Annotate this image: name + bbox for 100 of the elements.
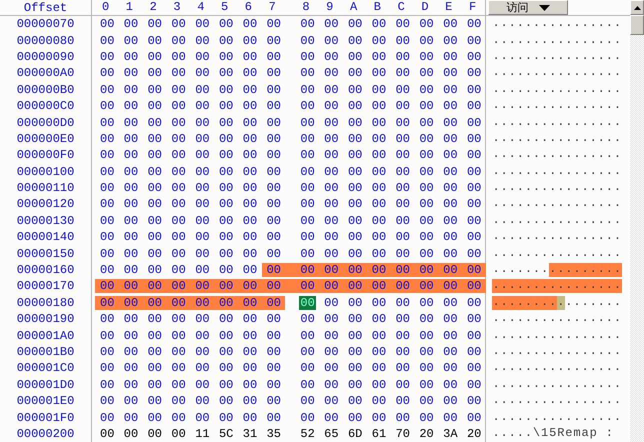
byte-value[interactable]: 00 bbox=[194, 50, 211, 64]
byte-value[interactable]: 00 bbox=[122, 410, 140, 425]
byte-value[interactable]: 00 bbox=[442, 361, 459, 376]
byte-value[interactable]: 00 bbox=[146, 263, 163, 278]
byte-value[interactable]: 00 bbox=[194, 378, 211, 392]
byte-value[interactable]: 00 bbox=[218, 394, 234, 408]
byte-value[interactable]: 00 bbox=[370, 296, 388, 310]
byte-value[interactable]: 00 bbox=[394, 296, 411, 310]
byte-value[interactable]: 00 bbox=[442, 164, 459, 179]
byte-value[interactable]: 00 bbox=[299, 17, 316, 32]
byte-value[interactable]: 00 bbox=[170, 263, 187, 278]
byte-value[interactable]: 00 bbox=[418, 378, 435, 392]
byte-value[interactable]: 00 bbox=[418, 312, 435, 326]
byte-value[interactable]: 00 bbox=[370, 116, 388, 130]
byte-value[interactable]: 00 bbox=[194, 148, 211, 162]
byte-value[interactable]: 00 bbox=[194, 116, 211, 130]
byte-value[interactable]: 00 bbox=[266, 410, 282, 425]
byte-value[interactable]: 00 bbox=[122, 66, 140, 80]
byte-value[interactable]: 00 bbox=[418, 214, 435, 228]
byte-value[interactable]: 00 bbox=[218, 34, 234, 48]
byte-value[interactable]: 00 bbox=[323, 181, 340, 196]
byte-value[interactable]: 00 bbox=[299, 378, 316, 392]
byte-value[interactable]: 00 bbox=[442, 116, 459, 130]
byte-value[interactable]: 00 bbox=[323, 50, 340, 64]
byte-value[interactable]: 00 bbox=[466, 132, 482, 146]
byte-value[interactable]: 00 bbox=[99, 99, 116, 114]
byte-value[interactable]: 00 bbox=[218, 17, 234, 32]
byte-value[interactable]: 00 bbox=[442, 246, 459, 261]
byte-value[interactable]: 00 bbox=[299, 66, 316, 80]
byte-value[interactable]: 00 bbox=[266, 116, 282, 130]
byte-value[interactable]: 00 bbox=[346, 34, 364, 48]
byte-value[interactable]: 00 bbox=[370, 17, 388, 32]
byte-value[interactable]: 11 bbox=[194, 426, 211, 441]
byte-value[interactable]: 00 bbox=[170, 34, 187, 48]
byte-value[interactable]: 00 bbox=[266, 34, 282, 48]
byte-value[interactable]: 00 bbox=[170, 361, 187, 376]
scroll-up-button[interactable] bbox=[630, 0, 644, 15]
byte-value[interactable]: 00 bbox=[242, 312, 258, 326]
byte-value[interactable]: 00 bbox=[466, 345, 482, 359]
byte-value[interactable]: 00 bbox=[394, 17, 411, 32]
byte-value[interactable]: 00 bbox=[394, 132, 411, 146]
byte-value[interactable]: 6D bbox=[346, 426, 364, 441]
byte-value[interactable]: 00 bbox=[99, 50, 116, 64]
byte-value[interactable]: 00 bbox=[370, 230, 388, 244]
byte-value[interactable]: 00 bbox=[266, 197, 282, 212]
byte-value[interactable]: 20 bbox=[466, 426, 482, 441]
byte-value[interactable]: 00 bbox=[299, 197, 316, 212]
byte-value[interactable]: 00 bbox=[466, 34, 482, 48]
byte-value[interactable]: 00 bbox=[346, 246, 364, 261]
byte-value[interactable]: 00 bbox=[194, 263, 211, 278]
byte-value[interactable]: 00 bbox=[442, 230, 459, 244]
byte-value[interactable]: 00 bbox=[266, 214, 282, 228]
byte-value[interactable]: 00 bbox=[442, 148, 459, 162]
byte-value[interactable]: 00 bbox=[99, 230, 116, 244]
byte-value[interactable]: 00 bbox=[346, 116, 364, 130]
byte-value[interactable]: 00 bbox=[122, 82, 140, 97]
byte-value[interactable]: 00 bbox=[194, 214, 211, 228]
byte-value[interactable]: 00 bbox=[299, 312, 316, 326]
byte-value[interactable]: 00 bbox=[418, 82, 435, 97]
byte-value[interactable]: 00 bbox=[266, 50, 282, 64]
byte-value[interactable]: 00 bbox=[394, 394, 411, 408]
byte-value[interactable]: 00 bbox=[266, 181, 282, 196]
byte-value[interactable]: 00 bbox=[194, 132, 211, 146]
byte-value[interactable]: 00 bbox=[346, 197, 364, 212]
byte-value[interactable]: 00 bbox=[394, 116, 411, 130]
byte-value[interactable]: 00 bbox=[394, 378, 411, 392]
byte-value[interactable]: 00 bbox=[194, 312, 211, 326]
byte-value[interactable]: 00 bbox=[146, 378, 163, 392]
byte-value[interactable]: 00 bbox=[299, 181, 316, 196]
byte-value[interactable]: 00 bbox=[122, 394, 140, 408]
byte-value[interactable]: 00 bbox=[194, 410, 211, 425]
byte-value[interactable]: 00 bbox=[323, 214, 340, 228]
byte-value[interactable]: 00 bbox=[394, 361, 411, 376]
byte-value[interactable]: 00 bbox=[218, 66, 234, 80]
byte-value[interactable]: 00 bbox=[122, 263, 140, 278]
byte-value[interactable]: 00 bbox=[299, 50, 316, 64]
byte-value[interactable]: 00 bbox=[242, 328, 258, 343]
byte-value[interactable]: 00 bbox=[242, 394, 258, 408]
byte-value[interactable]: 00 bbox=[122, 50, 140, 64]
byte-value[interactable]: 00 bbox=[242, 181, 258, 196]
byte-value[interactable]: 00 bbox=[323, 394, 340, 408]
byte-value[interactable]: 00 bbox=[122, 328, 140, 343]
byte-value[interactable]: 00 bbox=[323, 34, 340, 48]
byte-value[interactable]: 00 bbox=[146, 312, 163, 326]
byte-value[interactable]: 00 bbox=[266, 394, 282, 408]
view-dropdown[interactable]: 访问 bbox=[488, 0, 568, 15]
byte-value[interactable]: 00 bbox=[466, 230, 482, 244]
byte-value[interactable]: 00 bbox=[418, 148, 435, 162]
byte-value[interactable]: 00 bbox=[99, 214, 116, 228]
byte-value[interactable]: 00 bbox=[266, 246, 282, 261]
byte-value[interactable]: 00 bbox=[394, 34, 411, 48]
byte-value[interactable]: 00 bbox=[370, 50, 388, 64]
byte-value[interactable]: 00 bbox=[370, 82, 388, 97]
byte-value[interactable]: 00 bbox=[99, 263, 116, 278]
byte-value[interactable]: 00 bbox=[218, 214, 234, 228]
byte-value[interactable]: 00 bbox=[466, 296, 482, 310]
byte-value[interactable]: 00 bbox=[122, 132, 140, 146]
byte-value[interactable]: 00 bbox=[194, 34, 211, 48]
byte-value[interactable]: 00 bbox=[442, 197, 459, 212]
byte-value[interactable]: 00 bbox=[299, 361, 316, 376]
